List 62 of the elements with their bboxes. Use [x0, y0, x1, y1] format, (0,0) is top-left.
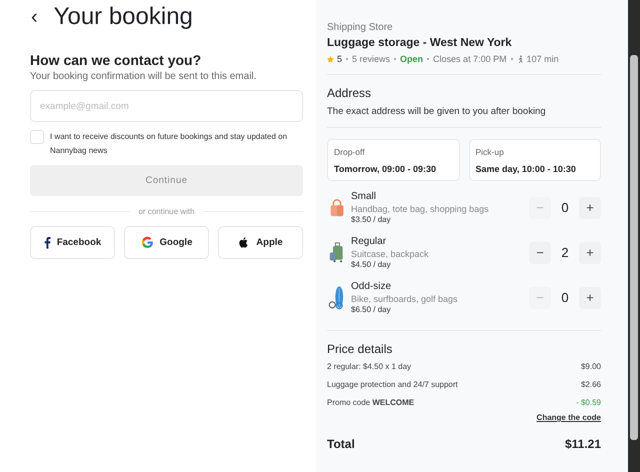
- store-category: Shipping Store: [327, 22, 394, 33]
- open-status: Open: [400, 54, 424, 64]
- bag-size: Small: [351, 191, 378, 202]
- price-label: Promo code WELCOME: [327, 398, 414, 407]
- rating-value: 5: [337, 54, 342, 64]
- quantity-value: 0: [560, 200, 570, 215]
- bag-price: $3.50 / day: [351, 215, 392, 224]
- bag-price: $6.50 / day: [351, 305, 392, 314]
- page-title: Your booking: [54, 3, 193, 31]
- facebook-button[interactable]: Facebook: [30, 226, 115, 259]
- walking-icon: [516, 54, 524, 64]
- section-heading: How can we contact you?: [30, 52, 202, 68]
- time-value: Tomorrow, 09:00 - 09:30: [334, 164, 438, 174]
- price-amount: $9.00: [580, 362, 601, 371]
- time-label: Drop-off: [334, 147, 366, 157]
- address-note: The exact address will be given to you after booking: [327, 106, 547, 117]
- walking-time: 107 min: [526, 54, 559, 64]
- apple-icon: [238, 236, 250, 249]
- star-icon: [327, 56, 334, 62]
- price-amount: $2.66: [580, 380, 601, 389]
- section-subtitle: Your booking confirmation will be sent to this email.: [30, 71, 258, 82]
- back-button[interactable]: ‹: [27, 7, 42, 27]
- time-card[interactable]: Pick-up Same day, 10:00 - 10:30: [468, 139, 601, 181]
- bag-description: Bike, surfboards, golf bags: [351, 294, 459, 304]
- bag-description: Suitcase, backpack: [351, 249, 430, 259]
- bag-price: $4.50 / day: [351, 260, 392, 269]
- google-icon: [140, 236, 154, 249]
- separator-dot: [394, 58, 396, 60]
- section-heading: Price details: [327, 342, 394, 356]
- separator-dot: [510, 58, 513, 60]
- consent-label: I want to receive discounts on future bookings and stay updated on Nannybag news: [50, 131, 288, 157]
- increment-button[interactable]: +: [579, 242, 601, 264]
- total-amount: $11.21: [564, 437, 601, 451]
- bag-size: Odd-size: [351, 281, 392, 292]
- closing-time: Closes at 7:00 PM: [433, 54, 507, 64]
- price-label: Luggage protection and 24/7 support: [327, 380, 458, 389]
- time-value: Same day, 10:00 - 10:30: [476, 164, 577, 174]
- separator-dot: [427, 58, 430, 60]
- facebook-icon: [44, 236, 51, 249]
- quantity-value: 2: [560, 245, 570, 260]
- email-field[interactable]: example@gmail.com: [30, 90, 303, 122]
- store-name: Luggage storage - West New York: [327, 37, 513, 49]
- bag-size: Regular: [351, 236, 388, 247]
- increment-button[interactable]: +: [579, 196, 601, 218]
- time-card[interactable]: Drop-off Tomorrow, 09:00 - 09:30: [327, 139, 460, 181]
- time-label: Pick-up: [476, 147, 505, 157]
- price-amount: - $0.59: [576, 398, 601, 407]
- bag-description: Handbag, tote bag, shopping bags: [351, 204, 490, 214]
- checkbox[interactable]: [30, 130, 44, 144]
- decrement-button[interactable]: −: [529, 242, 551, 264]
- total-label: Total: [327, 437, 355, 451]
- scrollbar[interactable]: [628, 0, 640, 472]
- quantity-value: 0: [560, 290, 570, 305]
- separator-dot: [346, 58, 348, 60]
- apple-button[interactable]: Apple: [218, 226, 303, 259]
- change-code-link[interactable]: Change the code: [536, 413, 601, 422]
- review-count: 5 reviews: [352, 54, 390, 64]
- divider-label: or continue with: [138, 207, 195, 216]
- section-heading: Address: [327, 86, 372, 100]
- google-button[interactable]: Google: [124, 226, 209, 259]
- increment-button[interactable]: +: [579, 286, 601, 308]
- price-label: 2 regular: $4.50 x 1 day: [327, 362, 412, 371]
